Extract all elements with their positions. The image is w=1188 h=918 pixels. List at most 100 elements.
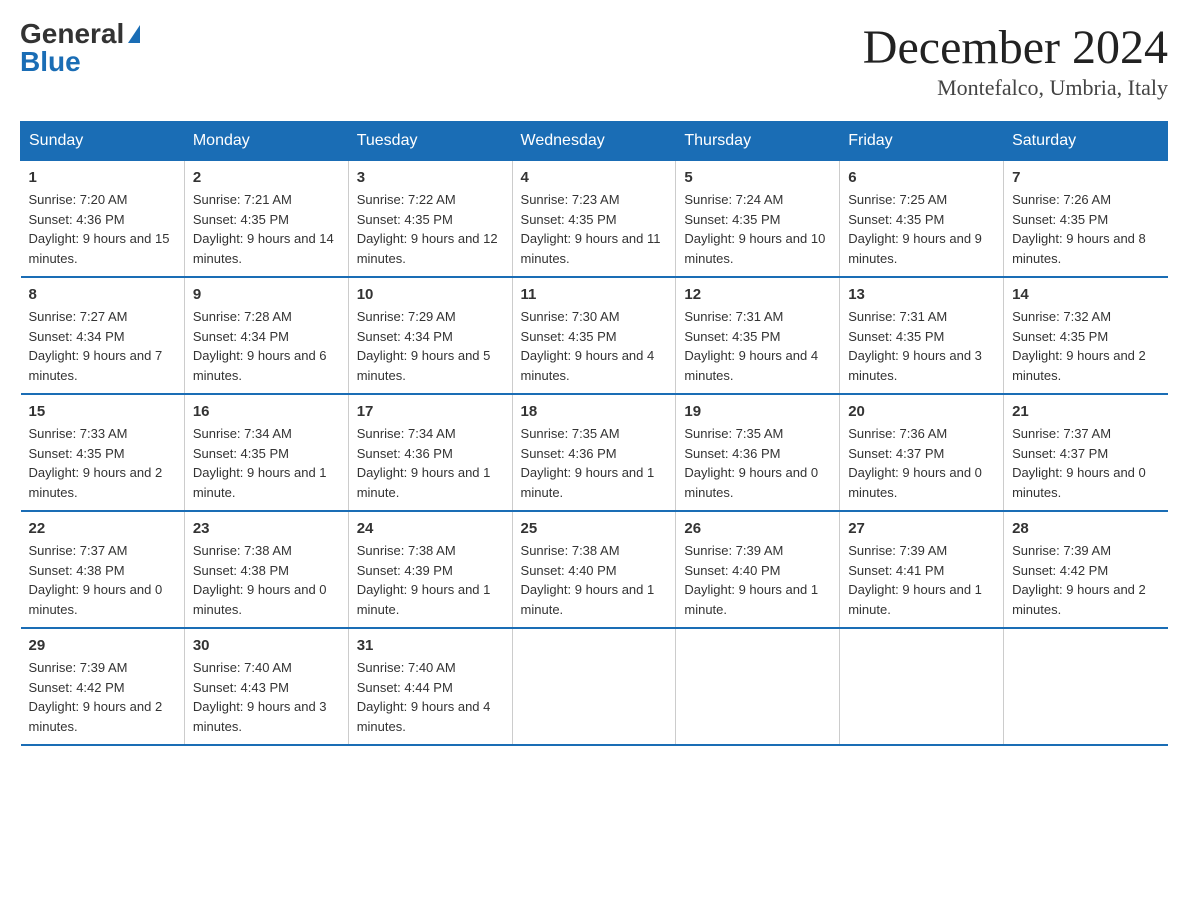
calendar-cell: 26 Sunrise: 7:39 AMSunset: 4:40 PMDaylig… [676, 511, 840, 628]
day-info: Sunrise: 7:38 AMSunset: 4:39 PMDaylight:… [357, 543, 491, 617]
title-area: December 2024 Montefalco, Umbria, Italy [863, 20, 1168, 101]
calendar-cell: 6 Sunrise: 7:25 AMSunset: 4:35 PMDayligh… [840, 161, 1004, 278]
calendar-week-5: 29 Sunrise: 7:39 AMSunset: 4:42 PMDaylig… [21, 628, 1168, 745]
day-info: Sunrise: 7:37 AMSunset: 4:38 PMDaylight:… [29, 543, 163, 617]
calendar-cell: 9 Sunrise: 7:28 AMSunset: 4:34 PMDayligh… [184, 277, 348, 394]
day-info: Sunrise: 7:39 AMSunset: 4:40 PMDaylight:… [684, 543, 818, 617]
day-number: 16 [193, 403, 340, 420]
day-number: 1 [29, 169, 176, 186]
day-info: Sunrise: 7:39 AMSunset: 4:42 PMDaylight:… [1012, 543, 1146, 617]
calendar-cell: 4 Sunrise: 7:23 AMSunset: 4:35 PMDayligh… [512, 161, 676, 278]
day-info: Sunrise: 7:26 AMSunset: 4:35 PMDaylight:… [1012, 192, 1146, 266]
calendar-cell: 12 Sunrise: 7:31 AMSunset: 4:35 PMDaylig… [676, 277, 840, 394]
calendar-week-4: 22 Sunrise: 7:37 AMSunset: 4:38 PMDaylig… [21, 511, 1168, 628]
header-sunday: Sunday [21, 122, 185, 161]
day-number: 19 [684, 403, 831, 420]
logo-triangle-icon [128, 25, 140, 43]
day-info: Sunrise: 7:32 AMSunset: 4:35 PMDaylight:… [1012, 309, 1146, 383]
day-number: 25 [521, 520, 668, 537]
calendar-week-3: 15 Sunrise: 7:33 AMSunset: 4:35 PMDaylig… [21, 394, 1168, 511]
day-info: Sunrise: 7:28 AMSunset: 4:34 PMDaylight:… [193, 309, 327, 383]
day-number: 29 [29, 637, 176, 654]
header-friday: Friday [840, 122, 1004, 161]
day-info: Sunrise: 7:23 AMSunset: 4:35 PMDaylight:… [521, 192, 661, 266]
day-info: Sunrise: 7:33 AMSunset: 4:35 PMDaylight:… [29, 426, 163, 500]
calendar-cell: 10 Sunrise: 7:29 AMSunset: 4:34 PMDaylig… [348, 277, 512, 394]
day-number: 8 [29, 286, 176, 303]
day-number: 24 [357, 520, 504, 537]
day-info: Sunrise: 7:20 AMSunset: 4:36 PMDaylight:… [29, 192, 170, 266]
day-info: Sunrise: 7:35 AMSunset: 4:36 PMDaylight:… [521, 426, 655, 500]
day-number: 26 [684, 520, 831, 537]
page-header: General Blue December 2024 Montefalco, U… [20, 20, 1168, 101]
header-saturday: Saturday [1004, 122, 1168, 161]
day-info: Sunrise: 7:24 AMSunset: 4:35 PMDaylight:… [684, 192, 825, 266]
day-number: 21 [1012, 403, 1159, 420]
header-monday: Monday [184, 122, 348, 161]
day-info: Sunrise: 7:31 AMSunset: 4:35 PMDaylight:… [684, 309, 818, 383]
logo-general-text: General [20, 20, 124, 48]
day-info: Sunrise: 7:31 AMSunset: 4:35 PMDaylight:… [848, 309, 982, 383]
calendar-cell: 25 Sunrise: 7:38 AMSunset: 4:40 PMDaylig… [512, 511, 676, 628]
calendar-cell: 21 Sunrise: 7:37 AMSunset: 4:37 PMDaylig… [1004, 394, 1168, 511]
calendar-cell: 17 Sunrise: 7:34 AMSunset: 4:36 PMDaylig… [348, 394, 512, 511]
calendar-body: 1 Sunrise: 7:20 AMSunset: 4:36 PMDayligh… [21, 161, 1168, 746]
header-wednesday: Wednesday [512, 122, 676, 161]
logo: General Blue [20, 20, 140, 76]
calendar-cell: 14 Sunrise: 7:32 AMSunset: 4:35 PMDaylig… [1004, 277, 1168, 394]
calendar-cell [512, 628, 676, 745]
calendar-cell: 27 Sunrise: 7:39 AMSunset: 4:41 PMDaylig… [840, 511, 1004, 628]
location-subtitle: Montefalco, Umbria, Italy [863, 75, 1168, 101]
day-info: Sunrise: 7:36 AMSunset: 4:37 PMDaylight:… [848, 426, 982, 500]
calendar-cell [840, 628, 1004, 745]
calendar-cell: 8 Sunrise: 7:27 AMSunset: 4:34 PMDayligh… [21, 277, 185, 394]
header-tuesday: Tuesday [348, 122, 512, 161]
day-info: Sunrise: 7:22 AMSunset: 4:35 PMDaylight:… [357, 192, 498, 266]
day-number: 28 [1012, 520, 1159, 537]
calendar-cell: 3 Sunrise: 7:22 AMSunset: 4:35 PMDayligh… [348, 161, 512, 278]
day-number: 30 [193, 637, 340, 654]
day-number: 3 [357, 169, 504, 186]
day-number: 12 [684, 286, 831, 303]
day-info: Sunrise: 7:30 AMSunset: 4:35 PMDaylight:… [521, 309, 655, 383]
calendar-cell: 15 Sunrise: 7:33 AMSunset: 4:35 PMDaylig… [21, 394, 185, 511]
day-info: Sunrise: 7:35 AMSunset: 4:36 PMDaylight:… [684, 426, 818, 500]
calendar-cell: 31 Sunrise: 7:40 AMSunset: 4:44 PMDaylig… [348, 628, 512, 745]
day-number: 2 [193, 169, 340, 186]
calendar-cell: 11 Sunrise: 7:30 AMSunset: 4:35 PMDaylig… [512, 277, 676, 394]
calendar-week-1: 1 Sunrise: 7:20 AMSunset: 4:36 PMDayligh… [21, 161, 1168, 278]
calendar-cell: 22 Sunrise: 7:37 AMSunset: 4:38 PMDaylig… [21, 511, 185, 628]
calendar-cell: 23 Sunrise: 7:38 AMSunset: 4:38 PMDaylig… [184, 511, 348, 628]
header-thursday: Thursday [676, 122, 840, 161]
day-info: Sunrise: 7:38 AMSunset: 4:40 PMDaylight:… [521, 543, 655, 617]
day-info: Sunrise: 7:21 AMSunset: 4:35 PMDaylight:… [193, 192, 334, 266]
day-number: 9 [193, 286, 340, 303]
day-number: 17 [357, 403, 504, 420]
day-number: 18 [521, 403, 668, 420]
day-info: Sunrise: 7:34 AMSunset: 4:36 PMDaylight:… [357, 426, 491, 500]
logo-blue-text: Blue [20, 48, 81, 76]
day-number: 13 [848, 286, 995, 303]
day-number: 22 [29, 520, 176, 537]
day-info: Sunrise: 7:40 AMSunset: 4:44 PMDaylight:… [357, 660, 491, 734]
day-info: Sunrise: 7:39 AMSunset: 4:41 PMDaylight:… [848, 543, 982, 617]
calendar-cell: 1 Sunrise: 7:20 AMSunset: 4:36 PMDayligh… [21, 161, 185, 278]
day-info: Sunrise: 7:39 AMSunset: 4:42 PMDaylight:… [29, 660, 163, 734]
header-row: Sunday Monday Tuesday Wednesday Thursday… [21, 122, 1168, 161]
day-number: 27 [848, 520, 995, 537]
calendar-cell: 2 Sunrise: 7:21 AMSunset: 4:35 PMDayligh… [184, 161, 348, 278]
calendar-cell: 20 Sunrise: 7:36 AMSunset: 4:37 PMDaylig… [840, 394, 1004, 511]
calendar-cell: 18 Sunrise: 7:35 AMSunset: 4:36 PMDaylig… [512, 394, 676, 511]
calendar-cell: 19 Sunrise: 7:35 AMSunset: 4:36 PMDaylig… [676, 394, 840, 511]
calendar-cell [676, 628, 840, 745]
day-info: Sunrise: 7:34 AMSunset: 4:35 PMDaylight:… [193, 426, 327, 500]
day-number: 4 [521, 169, 668, 186]
calendar-header: Sunday Monday Tuesday Wednesday Thursday… [21, 122, 1168, 161]
calendar-cell: 13 Sunrise: 7:31 AMSunset: 4:35 PMDaylig… [840, 277, 1004, 394]
day-info: Sunrise: 7:29 AMSunset: 4:34 PMDaylight:… [357, 309, 491, 383]
calendar-table: Sunday Monday Tuesday Wednesday Thursday… [20, 121, 1168, 746]
day-number: 23 [193, 520, 340, 537]
day-number: 7 [1012, 169, 1159, 186]
calendar-cell [1004, 628, 1168, 745]
calendar-cell: 7 Sunrise: 7:26 AMSunset: 4:35 PMDayligh… [1004, 161, 1168, 278]
